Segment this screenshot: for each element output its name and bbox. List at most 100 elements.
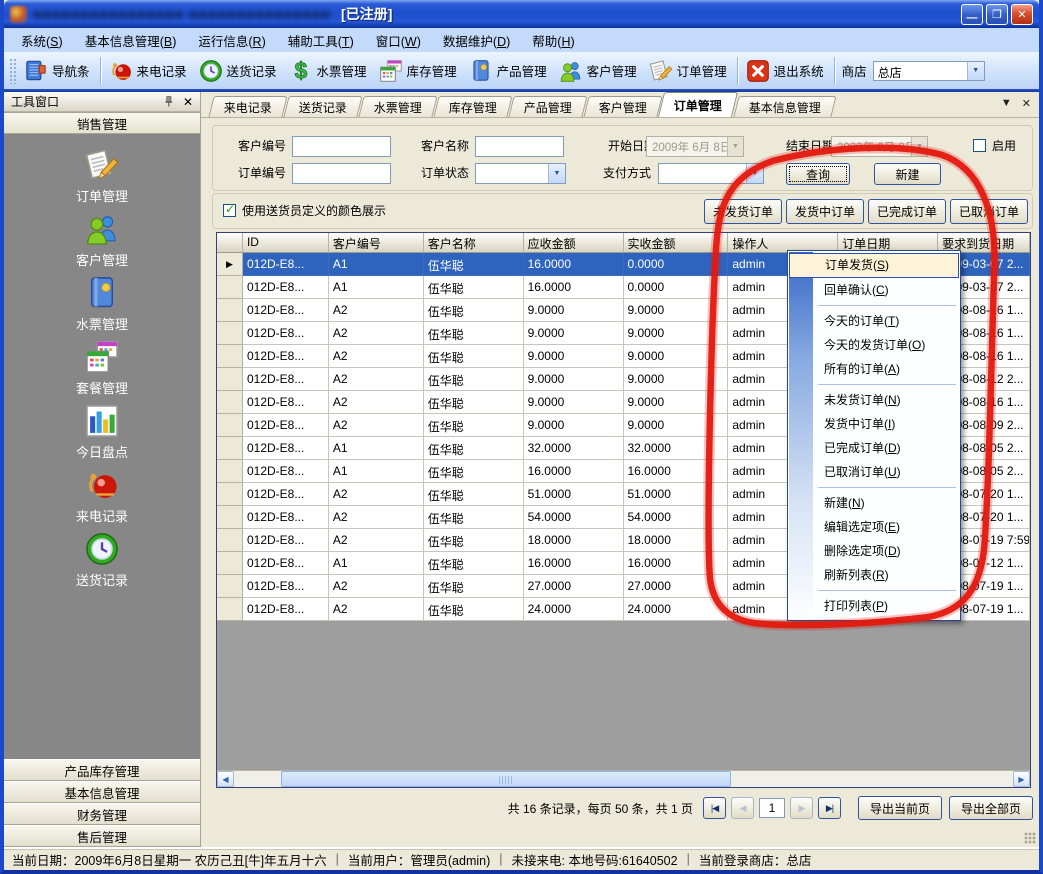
maximize-button[interactable]: ❐ [986, 4, 1008, 25]
context-menu-item-9[interactable]: 已完成订单(D) [788, 436, 960, 460]
row-selector-cell[interactable] [217, 322, 243, 345]
toolbar-button-people[interactable]: 客户管理 [554, 55, 644, 87]
color-display-checkbox[interactable] [223, 204, 236, 217]
tab-6[interactable]: 订单管理 [658, 92, 738, 117]
sidebar-section-sales[interactable]: 销售管理 [4, 112, 200, 134]
row-selector-cell[interactable] [217, 299, 243, 322]
scroll-right-icon[interactable]: ▶ [1013, 771, 1030, 787]
toolbar-button-scroll[interactable]: 订单管理 [644, 55, 734, 87]
toolbar-button-dollar[interactable]: $水票管理 [284, 55, 374, 87]
row-selector-cell[interactable] [217, 552, 243, 575]
row-selector-cell[interactable] [217, 483, 243, 506]
status-filter-button-1[interactable]: 发货中订单 [786, 199, 864, 224]
menubar-item-6[interactable]: 帮助(H) [521, 28, 585, 53]
chevron-down-icon[interactable]: ▼ [746, 164, 763, 183]
tab-2[interactable]: 水票管理 [358, 96, 437, 117]
toolbar-button-grid[interactable]: 库存管理 [374, 55, 464, 87]
next-page-button[interactable]: ▶ [790, 797, 813, 819]
row-selector-cell[interactable] [217, 460, 243, 483]
table-header-4[interactable]: 实收金额 [624, 233, 729, 253]
context-menu-item-15[interactable]: 刷新列表(R) [788, 563, 960, 587]
customer-name-input[interactable] [475, 136, 564, 157]
tab-close-icon[interactable]: ✕ [1022, 97, 1031, 110]
sidebar-item-bell[interactable]: 来电记录 [76, 466, 128, 522]
pin-icon[interactable] [161, 94, 176, 109]
end-date-picker[interactable]: 2009年 6月 8日 ▼ [831, 136, 928, 157]
sidebar-item-people[interactable]: 客户管理 [76, 210, 128, 266]
sidebar-section-2[interactable]: 财务管理 [4, 803, 200, 825]
row-selector-cell[interactable] [217, 437, 243, 460]
tab-4[interactable]: 产品管理 [508, 96, 587, 117]
toolbar-grip[interactable] [9, 58, 16, 84]
sidebar-item-bluebook[interactable]: 水票管理 [76, 274, 128, 330]
sidebar-section-3[interactable]: 售后管理 [4, 825, 200, 847]
sidebar-item-clock[interactable]: 送货记录 [76, 530, 128, 586]
customer-no-input[interactable] [292, 136, 391, 157]
row-selector-cell[interactable] [217, 391, 243, 414]
sidebar-section-1[interactable]: 基本信息管理 [4, 781, 200, 803]
tab-5[interactable]: 客户管理 [583, 96, 662, 117]
tool-window-close-icon[interactable]: ✕ [180, 95, 196, 109]
context-menu-item-13[interactable]: 编辑选定项(E) [788, 515, 960, 539]
order-no-input[interactable] [292, 163, 391, 184]
context-menu-item-12[interactable]: 新建(N) [788, 491, 960, 515]
context-menu-item-4[interactable]: 今天的发货订单(O) [788, 333, 960, 357]
row-selector-cell[interactable]: ▶ [217, 253, 243, 276]
row-selector-cell[interactable] [217, 506, 243, 529]
menubar-item-4[interactable]: 窗口(W) [365, 28, 432, 53]
export-all-pages-button[interactable]: 导出全部页 [949, 796, 1033, 820]
toolbar-button-exit[interactable]: 退出系统 [741, 55, 831, 87]
chevron-down-icon[interactable]: ▼ [967, 62, 984, 80]
context-menu-item-7[interactable]: 未发货订单(N) [788, 388, 960, 412]
tab-1[interactable]: 送货记录 [283, 96, 362, 117]
tab-scroll-down-icon[interactable]: ▼ [1001, 97, 1012, 110]
scroll-left-icon[interactable]: ◀ [217, 771, 234, 787]
menubar-item-1[interactable]: 基本信息管理(B) [74, 28, 188, 53]
sidebar-item-chart[interactable]: 今日盘点 [76, 402, 128, 458]
chevron-down-icon[interactable]: ▼ [727, 137, 743, 156]
context-menu-item-14[interactable]: 删除选定项(D) [788, 539, 960, 563]
toolbar-button-clock[interactable]: 送货记录 [194, 55, 284, 87]
page-number-input[interactable] [759, 798, 785, 818]
close-button[interactable]: ✕ [1011, 4, 1033, 25]
row-selector-cell[interactable] [217, 529, 243, 552]
minimize-button[interactable]: — [961, 4, 983, 25]
tab-3[interactable]: 库存管理 [433, 96, 512, 117]
scrollbar-track[interactable] [234, 771, 1013, 787]
toolbar-button-book[interactable]: 导航条 [19, 55, 97, 87]
row-selector-cell[interactable] [217, 575, 243, 598]
table-header-1[interactable]: 客户编号 [329, 233, 424, 253]
sidebar-item-scroll[interactable]: 订单管理 [76, 146, 128, 202]
menubar-item-3[interactable]: 辅助工具(T) [277, 28, 365, 53]
resize-grip[interactable] [1024, 832, 1036, 844]
tab-0[interactable]: 来电记录 [208, 96, 287, 117]
table-header-3[interactable]: 应收金额 [524, 233, 624, 253]
row-selector-cell[interactable] [217, 598, 243, 621]
tab-7[interactable]: 基本信息管理 [733, 96, 836, 117]
chevron-down-icon[interactable]: ▼ [911, 137, 927, 156]
prev-page-button[interactable]: ◀ [731, 797, 754, 819]
status-filter-button-0[interactable]: 未发货订单 [704, 199, 782, 224]
order-status-select[interactable]: ▼ [475, 163, 566, 184]
pay-method-select[interactable]: ▼ [658, 163, 764, 184]
toolbar-button-bluebook[interactable]: 产品管理 [464, 55, 554, 87]
new-button[interactable]: 新建 [874, 163, 941, 185]
context-menu-item-8[interactable]: 发货中订单(I) [788, 412, 960, 436]
shop-combobox[interactable]: 总店▼ [873, 61, 985, 81]
context-menu-item-10[interactable]: 已取消订单(U) [788, 460, 960, 484]
context-menu-item-1[interactable]: 回单确认(C) [788, 278, 960, 302]
horizontal-scrollbar[interactable]: ◀ ▶ [217, 770, 1030, 787]
menubar-item-5[interactable]: 数据维护(D) [432, 28, 521, 53]
chevron-down-icon[interactable]: ▼ [548, 164, 565, 183]
first-page-button[interactable]: |◀ [703, 797, 726, 819]
context-menu-item-5[interactable]: 所有的订单(A) [788, 357, 960, 381]
context-menu-item-0[interactable]: 订单发货(S) [789, 253, 959, 278]
row-selector-cell[interactable] [217, 368, 243, 391]
query-button[interactable]: 查询 [786, 163, 850, 185]
row-selector-cell[interactable] [217, 414, 243, 437]
row-selector-cell[interactable] [217, 276, 243, 299]
status-filter-button-2[interactable]: 已完成订单 [868, 199, 946, 224]
enable-date-checkbox[interactable] [973, 139, 986, 152]
context-menu-item-3[interactable]: 今天的订单(T) [788, 309, 960, 333]
context-menu-item-17[interactable]: 打印列表(P) [788, 594, 960, 618]
